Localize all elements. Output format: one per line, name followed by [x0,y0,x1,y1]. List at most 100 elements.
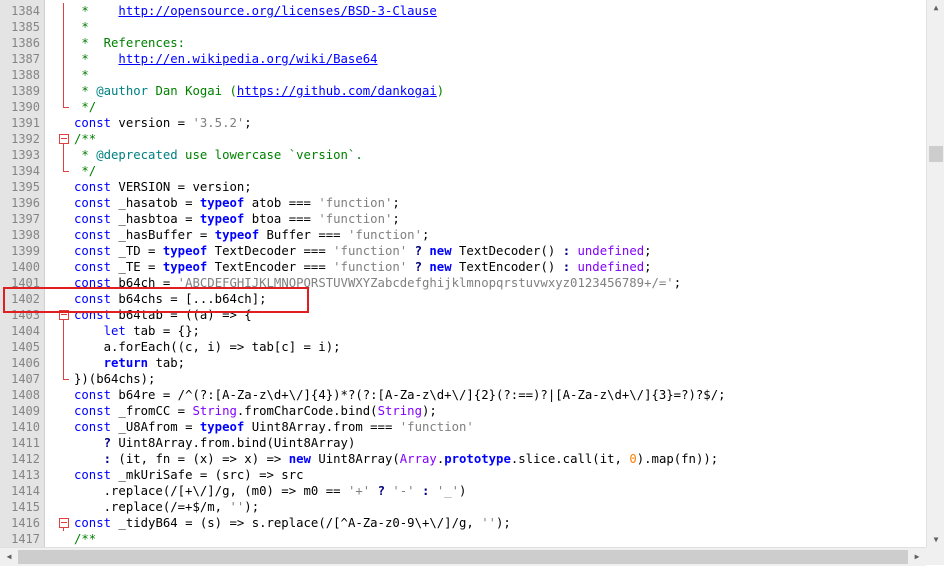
fold-collapse-icon[interactable] [59,515,69,531]
code-line[interactable]: 1398 const _hasBuffer = typeof Buffer ===… [0,227,926,243]
code-text[interactable]: const _TD = typeof TextDecoder === 'func… [74,243,652,259]
code-line[interactable]: 1407})(b64chs); [0,371,926,387]
code-text[interactable]: })(b64chs); [74,371,155,387]
horizontal-scrollbar[interactable]: ◀ ▶ [0,547,926,566]
vertical-scroll-thumb[interactable] [929,146,943,162]
code-text[interactable]: const _mkUriSafe = (src) => src [74,467,304,483]
code-text[interactable]: /** [74,131,96,147]
code-line[interactable]: 1415 .replace(/=+$/m, ''); [0,499,926,515]
code-line[interactable]: 1406 return tab; [0,355,926,371]
code-text[interactable]: const _U8Afrom = typeof Uint8Array.from … [74,419,474,435]
code-text[interactable]: * @author Dan Kogai (https://github.com/… [74,83,444,99]
line-number: 1388 [11,68,40,82]
code-text[interactable]: return tab; [74,355,185,371]
line-number: 1391 [11,116,40,130]
code-text[interactable]: * http://en.wikipedia.org/wiki/Base64 [74,51,377,67]
code-line[interactable]: 1388 * [0,67,926,83]
horizontal-scroll-thumb[interactable] [18,550,908,564]
code-text[interactable]: * @deprecated use lowercase `version`. [74,147,362,163]
code-line[interactable]: 1409 const _fromCC = String.fromCharCode.… [0,403,926,419]
fold-collapse-icon[interactable] [59,307,69,323]
fold-guide-line [59,339,69,355]
fold-end-marker [59,371,69,387]
scroll-left-arrow-icon[interactable]: ◀ [0,552,18,561]
code-line[interactable]: 1414 .replace(/[+\/]/g, (m0) => m0 == '+… [0,483,926,499]
code-text[interactable]: * References: [74,35,185,51]
code-text[interactable]: * http://opensource.org/licenses/BSD-3-C… [74,3,436,19]
code-editor[interactable]: 1384 * http://opensource.org/licenses/BS… [0,0,926,547]
line-number: 1399 [11,244,40,258]
scroll-up-arrow-icon[interactable]: ▲ [927,3,944,12]
code-line[interactable]: 1397 const _hasbtoa = typeof btoa === 'fu… [0,211,926,227]
code-text[interactable]: ? Uint8Array.from.bind(Uint8Array) [74,435,356,451]
code-text[interactable]: const b64ch = 'ABCDEFGHIJKLMNOPQRSTUVWXY… [74,275,681,291]
code-line[interactable]: 1405 a.forEach((c, i) => tab[c] = i); [0,339,926,355]
code-line[interactable]: 1394 */ [0,163,926,179]
code-text[interactable]: .replace(/=+$/m, ''); [74,499,260,515]
line-number: 1402 [11,292,40,306]
code-line[interactable]: 1390 */ [0,99,926,115]
code-line[interactable]: 1393 * @deprecated use lowercase `versio… [0,147,926,163]
vertical-scrollbar[interactable]: ▲ ▼ [926,0,944,547]
line-number: 1393 [11,148,40,162]
code-text[interactable]: const b64tab = ((a) => { [74,307,252,323]
code-line[interactable]: 1386 * References: [0,35,926,51]
code-text[interactable]: */ [74,99,96,115]
code-text[interactable]: const _fromCC = String.fromCharCode.bind… [74,403,437,419]
code-line[interactable]: 1384 * http://opensource.org/licenses/BS… [0,3,926,19]
code-text[interactable]: const _tidyB64 = (s) => s.replace(/[^A-Z… [74,515,511,531]
code-line[interactable]: 1404 let tab = {}; [0,323,926,339]
code-text[interactable]: .replace(/[+\/]/g, (m0) => m0 == '+' ? '… [74,483,467,499]
code-line[interactable]: 1387 * http://en.wikipedia.org/wiki/Base… [0,51,926,67]
code-line[interactable]: 1411 ? Uint8Array.from.bind(Uint8Array) [0,435,926,451]
line-number: 1396 [11,196,40,210]
line-number: 1400 [11,260,40,274]
code-line[interactable]: 1410 const _U8Afrom = typeof Uint8Array.f… [0,419,926,435]
code-line[interactable]: 1391 const version = '3.5.2'; [0,115,926,131]
code-line[interactable]: 1400 const _TE = typeof TextEncoder === '… [0,259,926,275]
code-text[interactable]: * [74,67,88,83]
code-line[interactable]: 1392 /** [0,131,926,147]
line-number: 1415 [11,500,40,514]
code-text[interactable]: : (it, fn = (x) => x) => new Uint8Array(… [74,451,719,467]
line-number: 1410 [11,420,40,434]
code-text[interactable]: /** [74,531,96,547]
code-text[interactable]: const _hasatob = typeof atob === 'functi… [74,195,400,211]
code-text[interactable]: const b64chs = [...b64ch]; [74,291,267,307]
fold-collapse-icon[interactable] [59,131,69,147]
code-line[interactable]: 1385 * [0,19,926,35]
code-line[interactable]: 1416 const _tidyB64 = (s) => s.replace(/[… [0,515,926,531]
code-line[interactable]: 1403 const b64tab = ((a) => { [0,307,926,323]
code-text[interactable]: const version = '3.5.2'; [74,115,252,131]
line-number: 1392 [11,132,40,146]
code-line[interactable]: 1417 /** [0,531,926,547]
line-number: 1397 [11,212,40,226]
code-text[interactable]: * [74,19,88,35]
line-number: 1389 [11,84,40,98]
line-number: 1413 [11,468,40,482]
code-text[interactable]: const _TE = typeof TextEncoder === 'func… [74,259,652,275]
code-text[interactable]: const _hasBuffer = typeof Buffer === 'fu… [74,227,429,243]
line-number: 1385 [11,20,40,34]
code-text[interactable]: const _hasbtoa = typeof btoa === 'functi… [74,211,400,227]
code-line[interactable]: 1413 const _mkUriSafe = (src) => src [0,467,926,483]
fold-guide-line [59,19,69,35]
code-text[interactable]: a.forEach((c, i) => tab[c] = i); [74,339,341,355]
code-text[interactable]: */ [74,163,96,179]
line-number: 1416 [11,516,40,530]
code-line[interactable]: 1401 const b64ch = 'ABCDEFGHIJKLMNOPQRSTU… [0,275,926,291]
code-line[interactable]: 1396 const _hasatob = typeof atob === 'fu… [0,195,926,211]
code-line[interactable]: 1412 : (it, fn = (x) => x) => new Uint8A… [0,451,926,467]
code-line[interactable]: 1389 * @author Dan Kogai (https://github… [0,83,926,99]
code-line[interactable]: 1399 const _TD = typeof TextDecoder === '… [0,243,926,259]
scroll-down-arrow-icon[interactable]: ▼ [927,535,944,544]
code-text[interactable]: const VERSION = version; [74,179,252,195]
code-line[interactable]: 1402 const b64chs = [...b64ch]; [0,291,926,307]
fold-guide-line [59,83,69,99]
code-text[interactable]: let tab = {}; [74,323,200,339]
code-line[interactable]: 1395 const VERSION = version; [0,179,926,195]
fold-guide-line [59,35,69,51]
scroll-right-arrow-icon[interactable]: ▶ [908,552,926,561]
code-line[interactable]: 1408 const b64re = /^(?:[A-Za-z\d+\/]{4})… [0,387,926,403]
code-text[interactable]: const b64re = /^(?:[A-Za-z\d+\/]{4})*?(?… [74,387,726,403]
